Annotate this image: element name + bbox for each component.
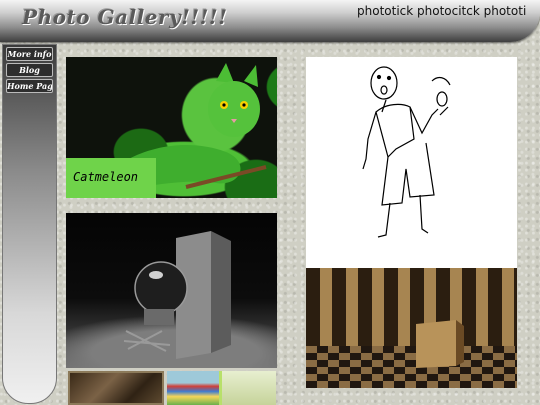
photo-painting-thumbnail[interactable] <box>68 371 164 405</box>
site-tagline: phototick photocitck phototi <box>357 4 527 18</box>
lightbulb-scene <box>123 231 231 359</box>
photo-group-thumbnail[interactable] <box>167 371 219 405</box>
photo-room-render[interactable] <box>306 268 517 388</box>
photo-caption: Catmeleon <box>73 170 139 184</box>
photo-green-thumbnail[interactable] <box>219 371 276 405</box>
sidebar-nav: More info Blog Home Page <box>2 44 57 404</box>
nav-home-page[interactable]: Home Page <box>6 79 53 93</box>
caption-box: Catmeleon <box>66 158 156 198</box>
site-title: Photo Gallery!!!!! <box>22 5 228 29</box>
nav-blog[interactable]: Blog <box>6 63 53 77</box>
nav-more-info[interactable]: More info <box>6 47 53 61</box>
header-banner: Photo Gallery!!!!! phototick photocitck … <box>0 0 540 42</box>
photo-lightbulb-render[interactable] <box>66 213 277 368</box>
stick-figure-sketch <box>362 66 451 238</box>
photo-stick-figure-drawing[interactable] <box>306 57 517 268</box>
room-box <box>416 320 464 368</box>
photo-catmeleon[interactable]: Catmeleon <box>66 57 277 198</box>
